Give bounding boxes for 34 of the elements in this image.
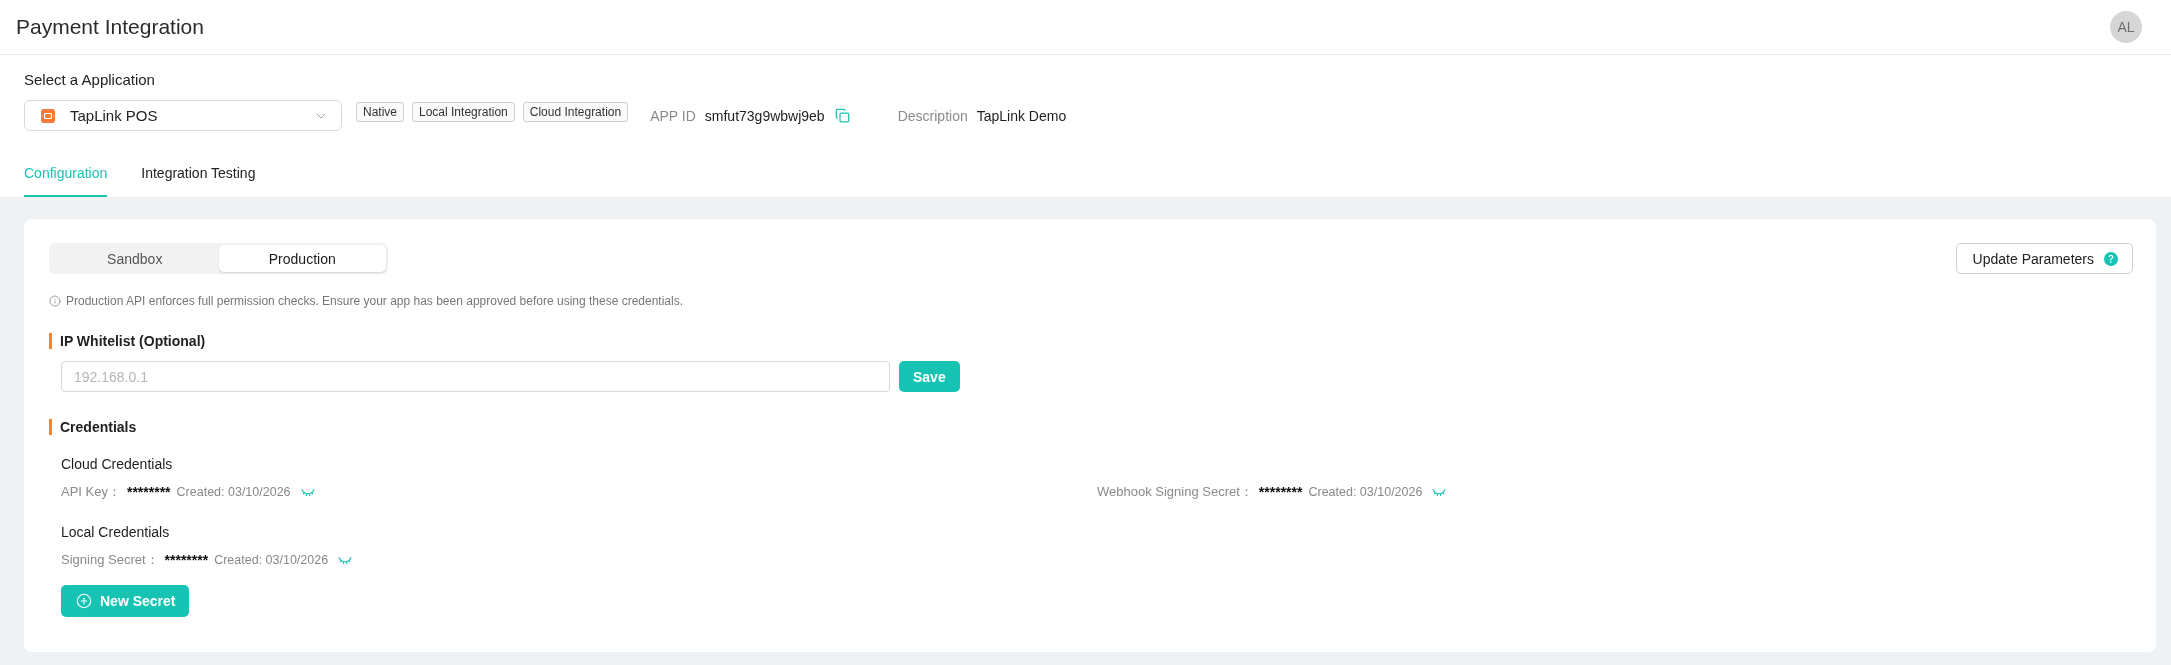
info-icon — [49, 295, 61, 307]
application-select[interactable]: TapLink POS — [24, 100, 342, 131]
field-label: Select a Application — [24, 70, 155, 90]
created-date: Created: 03/10/2026 — [1308, 485, 1423, 499]
help-icon — [2104, 251, 2118, 266]
copy-icon[interactable] — [834, 108, 850, 123]
ip-whitelist-input[interactable]: 192.168.0.1 — [61, 361, 890, 392]
app-icon — [41, 108, 55, 123]
integration-tag: Cloud Integration — [522, 102, 629, 122]
description-label: Description — [897, 107, 968, 124]
created-date: Created: 03/10/2026 — [176, 485, 291, 499]
environment-option[interactable]: Production — [218, 245, 386, 272]
update-parameters-button[interactable]: Update Parameters — [1955, 243, 2133, 274]
section-title: Credentials — [49, 419, 137, 435]
masked-secret: ******** — [126, 484, 171, 500]
credential-label: Signing Secret： — [61, 551, 159, 569]
environment-option[interactable]: Sandbox — [51, 245, 219, 272]
description-value: TapLink Demo — [976, 107, 1067, 124]
app-id-value: smfut73g9wbwj9eb — [704, 107, 825, 124]
section-title: IP Whitelist (Optional) — [49, 333, 206, 349]
integration-tag: Local Integration — [412, 102, 515, 122]
page-title: Payment Integration — [16, 15, 204, 39]
group-title: Local Credentials — [61, 523, 170, 542]
plus-circle-icon — [76, 593, 92, 609]
masked-secret: ******** — [1258, 484, 1303, 500]
credential-label: API Key： — [61, 483, 121, 501]
notice-text: Production API enforces full permission checks. Ensure your app has been approved before using these credentials. — [66, 294, 684, 308]
created-date: Created: 03/10/2026 — [214, 553, 329, 567]
credential-label: Webhook Signing Secret： — [1097, 483, 1253, 501]
masked-secret: ******** — [164, 552, 209, 568]
tab[interactable]: Integration Testing — [141, 151, 256, 197]
app-id-label: APP ID — [650, 107, 696, 124]
integration-tag: Native — [356, 102, 404, 122]
group-title: Cloud Credentials — [61, 455, 173, 474]
